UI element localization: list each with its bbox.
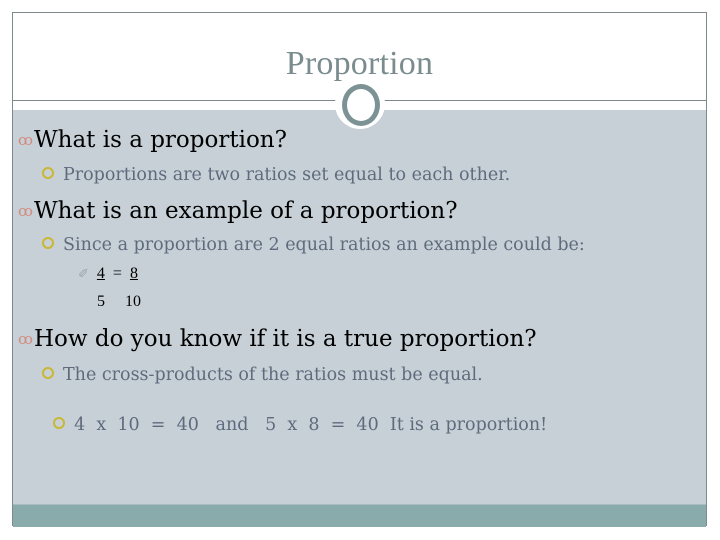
- bullet-text: What is a proportion?: [34, 127, 287, 153]
- bullet-level2: The cross-products of the ratios must be…: [42, 365, 483, 385]
- bullet-text: How do you know if it is a true proporti…: [34, 326, 537, 352]
- fraction-left-denominator: 5: [97, 293, 105, 310]
- pencil-arrow-icon: ✐: [78, 266, 89, 281]
- bullet-text: The cross-products of the ratios must be…: [63, 365, 483, 385]
- fraction-left-numerator: 4: [96, 265, 105, 282]
- bullet-level2: Proportions are two ratios set equal to …: [42, 165, 510, 185]
- bullet-text: 4 x 10 = 40 and 5 x 8 = 40 It is a propo…: [74, 415, 548, 435]
- bullet-level2: Since a proportion are 2 equal ratios an…: [42, 235, 585, 255]
- bullet-level2: 4 x 10 = 40 and 5 x 8 = 40 It is a propo…: [42, 395, 547, 435]
- fraction-row-denominators: 5 10: [97, 293, 141, 311]
- bullet-level1: ꝏWhat is an example of a proportion?: [18, 198, 458, 224]
- fraction-right-numerator: 8: [129, 265, 138, 282]
- circle-ring-icon: [342, 84, 380, 126]
- ring-bullet-icon: [42, 367, 54, 379]
- fraction-row-numerators: ✐ 4 = 8: [78, 265, 138, 283]
- bullet-level1: ꝏHow do you know if it is a true proport…: [18, 326, 537, 352]
- slide-title: Proportion: [285, 45, 434, 82]
- scroll-bullet-icon: ꝏ: [18, 202, 33, 220]
- scroll-bullet-icon: ꝏ: [18, 330, 33, 348]
- ring-bullet-icon: [53, 417, 66, 429]
- footer-bar: [13, 504, 706, 527]
- fraction-right-denominator: 10: [125, 293, 141, 310]
- ring-bullet-icon: [42, 167, 54, 179]
- bullet-text: Proportions are two ratios set equal to …: [63, 165, 511, 185]
- bullet-text: Since a proportion are 2 equal ratios an…: [63, 235, 585, 255]
- bullet-level1: ꝏWhat is a proportion?: [18, 127, 287, 153]
- scroll-bullet-icon: ꝏ: [18, 131, 33, 149]
- ring-bullet-icon: [42, 237, 54, 249]
- fraction-equals: =: [112, 265, 122, 282]
- bullet-text: What is an example of a proportion?: [34, 198, 458, 224]
